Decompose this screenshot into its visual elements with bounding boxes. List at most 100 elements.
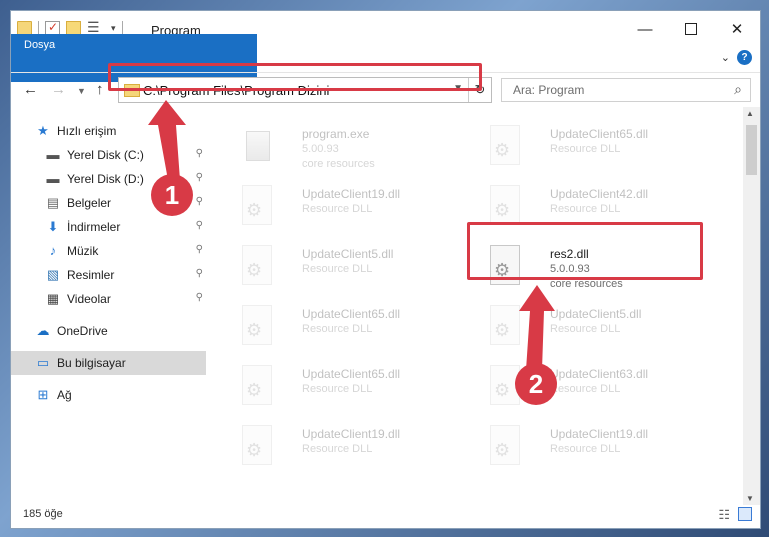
- sidebar-item-label: Ağ: [57, 388, 72, 402]
- dll-file-icon: [242, 245, 272, 285]
- close-button[interactable]: ✕: [714, 11, 760, 47]
- file-detail: Resource DLL: [550, 443, 621, 455]
- file-name: UpdateClient42.dll: [550, 187, 649, 201]
- recent-locations-button[interactable]: ▼: [77, 86, 86, 96]
- sidebar-item-label: Videolar: [67, 292, 111, 306]
- help-icon[interactable]: ?: [737, 50, 752, 65]
- sidebar-item-label: Belgeler: [67, 196, 112, 210]
- sidebar-item-6[interactable]: ▧ Resimler ⚲: [11, 263, 206, 287]
- dll-file-icon: [242, 425, 272, 465]
- minimize-button[interactable]: —: [622, 11, 668, 47]
- step-2-badge: 2: [515, 363, 557, 405]
- drive-icon: ▬: [46, 147, 60, 162]
- maximize-icon: [685, 23, 697, 35]
- file-item[interactable]: UpdateClient19.dll Resource DLL: [226, 423, 446, 471]
- file-name: program.exe: [302, 127, 370, 141]
- file-name: UpdateClient5.dll: [302, 247, 394, 261]
- search-icon[interactable]: ⌕: [734, 81, 742, 98]
- file-detail: Resource DLL: [302, 323, 373, 335]
- vertical-scrollbar[interactable]: ▲ ▼: [743, 107, 760, 505]
- dll-file-icon: [490, 425, 520, 465]
- maximize-button[interactable]: [668, 11, 714, 47]
- computer-icon: ▭: [36, 355, 50, 370]
- file-item[interactable]: UpdateClient19.dll Resource DLL: [474, 423, 694, 471]
- sidebar-item-label: OneDrive: [57, 324, 108, 338]
- details-view-icon[interactable]: ☷: [718, 507, 730, 523]
- dll-file-icon: [490, 185, 520, 225]
- file-name: UpdateClient65.dll: [550, 127, 649, 141]
- address-highlight-box: [108, 63, 482, 91]
- exe-file-icon: [242, 125, 272, 165]
- file-detail-2: core resources: [302, 158, 375, 170]
- sidebar-item-10[interactable]: ⊞ Ağ: [11, 383, 206, 407]
- customize-toolbar-icon[interactable]: ▾: [111, 23, 116, 34]
- file-detail: Resource DLL: [550, 143, 621, 155]
- sidebar-item-label: Bu bilgisayar: [57, 356, 126, 370]
- cloud-icon: ☁: [36, 323, 50, 338]
- pin-icon[interactable]: ⚲: [196, 172, 203, 183]
- dll-file-icon: [490, 305, 520, 345]
- dll-file-icon: [242, 305, 272, 345]
- pictures-icon: ▧: [46, 267, 60, 282]
- navigation-pane: ★ Hızlı erişim ▬ Yerel Disk (C:) ⚲ ▬ Yerel Dis…: [11, 107, 206, 505]
- sidebar-item-1[interactable]: ▬ Yerel Disk (C:) ⚲: [11, 143, 206, 167]
- step-1-badge: 1: [151, 174, 193, 216]
- sidebar-item-0[interactable]: ★ Hızlı erişim: [11, 119, 206, 143]
- file-detail: Resource DLL: [302, 443, 373, 455]
- forward-button[interactable]: →: [51, 81, 66, 98]
- file-highlight-box: [467, 222, 703, 280]
- file-detail: Resource DLL: [302, 263, 373, 275]
- large-icons-view-icon[interactable]: [738, 507, 752, 521]
- file-item[interactable]: UpdateClient65.dll Resource DLL: [226, 363, 446, 411]
- network-icon: ⊞: [37, 387, 49, 402]
- sidebar-item-label: İndirmeler: [67, 220, 121, 234]
- up-button[interactable]: ↑: [96, 81, 104, 98]
- pin-icon[interactable]: ⚲: [196, 196, 203, 207]
- pin-icon[interactable]: ⚲: [196, 292, 203, 303]
- sidebar-item-8[interactable]: ☁ OneDrive: [11, 319, 206, 343]
- file-item[interactable]: UpdateClient65.dll Resource DLL: [226, 303, 446, 351]
- pin-icon[interactable]: ⚲: [196, 220, 203, 231]
- file-name: UpdateClient19.dll: [302, 187, 401, 201]
- file-name: UpdateClient65.dll: [302, 307, 401, 321]
- file-item[interactable]: UpdateClient63.dll Resource DLL: [474, 363, 694, 411]
- ribbon-collapse-icon[interactable]: ⌄: [721, 51, 730, 64]
- file-name: UpdateClient63.dll: [550, 367, 649, 381]
- file-detail: Resource DLL: [302, 203, 373, 215]
- file-item[interactable]: UpdateClient19.dll Resource DLL: [226, 183, 446, 231]
- scrollbar-thumb[interactable]: [746, 125, 757, 175]
- dll-file-icon: [490, 125, 520, 165]
- star-icon: ★: [37, 123, 49, 138]
- file-item[interactable]: UpdateClient5.dll Resource DLL: [226, 243, 446, 291]
- download-icon: ⬇: [47, 219, 59, 234]
- file-name: UpdateClient5.dll: [550, 307, 642, 321]
- file-list: program.exe 5.00.93 core resources UpdateCl…: [206, 107, 741, 505]
- file-name: UpdateClient19.dll: [302, 427, 401, 441]
- file-detail: Resource DLL: [550, 383, 621, 395]
- drive-icon: ▬: [46, 171, 60, 186]
- scroll-down-icon[interactable]: ▼: [746, 494, 754, 503]
- pin-icon[interactable]: ⚲: [196, 148, 203, 159]
- file-item[interactable]: UpdateClient5.dll Resource DLL: [474, 303, 694, 351]
- sidebar-item-5[interactable]: ♪ Müzik ⚲: [11, 239, 206, 263]
- pin-icon[interactable]: ⚲: [196, 244, 203, 255]
- file-detail: Resource DLL: [550, 323, 621, 335]
- search-placeholder[interactable]: Ara: Program: [513, 83, 584, 97]
- sidebar-item-label: Resimler: [67, 268, 115, 282]
- sidebar-item-7[interactable]: ▦ Videolar ⚲: [11, 287, 206, 311]
- video-icon: ▦: [46, 291, 60, 306]
- sidebar-item-label: Yerel Disk (D:): [67, 172, 144, 186]
- dll-file-icon: [242, 185, 272, 225]
- search-box[interactable]: Ara: Program ⌕: [501, 78, 751, 102]
- file-item[interactable]: UpdateClient65.dll Resource DLL: [474, 123, 694, 171]
- scroll-up-icon[interactable]: ▲: [746, 109, 754, 118]
- sidebar-item-9[interactable]: ▭ Bu bilgisayar: [11, 351, 206, 375]
- pin-icon[interactable]: ⚲: [196, 268, 203, 279]
- back-button[interactable]: ←: [23, 81, 38, 98]
- sidebar-item-4[interactable]: ⬇ İndirmeler ⚲: [11, 215, 206, 239]
- documents-icon: ▤: [46, 195, 60, 210]
- file-detail: Resource DLL: [550, 203, 621, 215]
- file-detail: Resource DLL: [302, 383, 373, 395]
- sidebar-item-label: Yerel Disk (C:): [67, 148, 144, 162]
- file-item[interactable]: program.exe 5.00.93 core resources: [226, 123, 446, 171]
